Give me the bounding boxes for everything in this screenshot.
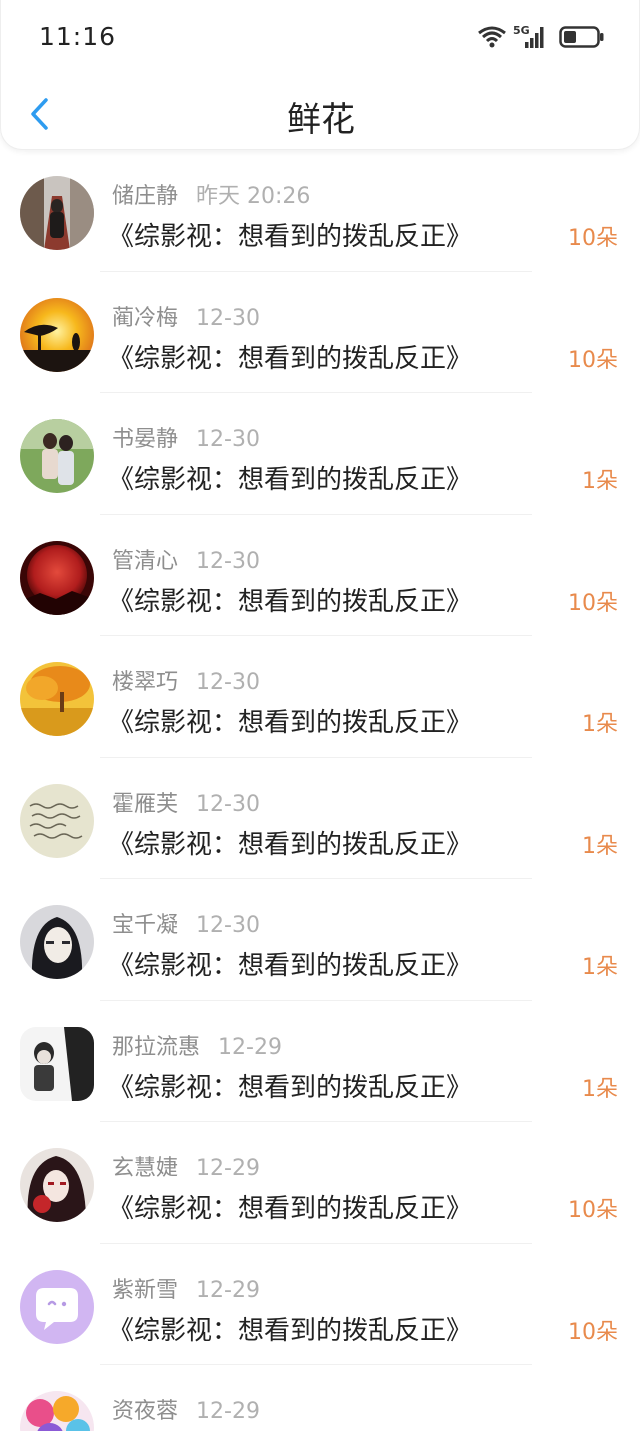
avatar[interactable] [20, 1269, 94, 1344]
avatar[interactable] [20, 540, 94, 615]
avatar[interactable] [20, 297, 94, 372]
send-date: 12-29 [196, 1156, 260, 1181]
book-title: 《综影视：想看到的拨乱反正》 [108, 951, 473, 981]
send-date: 12-30 [196, 913, 260, 938]
send-date: 12-29 [196, 1399, 260, 1424]
list-item[interactable]: 书晏静 12-30 《综影视：想看到的拨乱反正》 1朵 [0, 393, 640, 515]
avatar[interactable] [20, 662, 94, 736]
list-item[interactable]: 蔺冷梅 12-30 《综影视：想看到的拨乱反正》 10朵 [0, 272, 640, 393]
sender-name: 宝千凝 12-30 [112, 913, 260, 938]
list-item[interactable]: 资夜蓉 12-29 [0, 1365, 640, 1431]
flower-count: 1朵 [582, 955, 618, 980]
book-title: 《综影视：想看到的拨乱反正》 [108, 708, 473, 738]
flower-count: 10朵 [568, 1319, 618, 1345]
book-title: 《综影视：想看到的拨乱反正》 [108, 829, 473, 860]
book-title: 《综影视：想看到的拨乱反正》 [108, 1072, 473, 1103]
send-date: 12-29 [196, 1277, 260, 1303]
avatar[interactable] [20, 783, 94, 858]
sender-name: 资夜蓉 12-29 [112, 1399, 260, 1424]
page-title: 鲜花 [287, 100, 355, 140]
sender-name: 书晏静 12-30 [112, 427, 260, 452]
send-date: 12-30 [196, 427, 260, 452]
book-title: 《综影视：想看到的拨乱反正》 [108, 586, 473, 617]
flower-count: 10朵 [568, 347, 618, 373]
sender-name: 楼翠巧 12-30 [112, 670, 260, 695]
list-item[interactable]: 玄慧婕 12-29 《综影视：想看到的拨乱反正》 10朵 [0, 1122, 640, 1244]
wifi-icon [478, 26, 506, 48]
flower-count: 1朵 [582, 1076, 618, 1102]
send-date: 12-30 [196, 548, 260, 574]
book-title: 《综影视：想看到的拨乱反正》 [108, 465, 473, 495]
book-title: 《综影视：想看到的拨乱反正》 [108, 343, 473, 374]
header: 11:16 5G 鲜花 [0, 0, 640, 150]
sender-name: 蔺冷梅 12-30 [112, 305, 260, 331]
sender-name: 那拉流惠 12-29 [112, 1034, 282, 1060]
send-date: 12-30 [196, 791, 260, 817]
list-item[interactable]: 楼翠巧 12-30 《综影视：想看到的拨乱反正》 1朵 [0, 636, 640, 758]
sender-name: 紫新雪 12-29 [112, 1277, 260, 1303]
list-item[interactable]: 那拉流惠 12-29 《综影视：想看到的拨乱反正》 1朵 [0, 1001, 640, 1122]
flower-count: 1朵 [582, 712, 618, 737]
status-bar: 11:16 5G [1, 0, 640, 75]
avatar[interactable] [20, 176, 94, 250]
avatar[interactable] [20, 419, 94, 493]
flower-count: 10朵 [568, 226, 618, 251]
send-date: 昨天 20:26 [196, 184, 311, 209]
book-title: 《综影视：想看到的拨乱反正》 [108, 222, 473, 252]
flower-list: 储庄静 昨天 20:26 《综影视：想看到的拨乱反正》 10朵 蔺冷梅 12-30 … [0, 150, 640, 1431]
send-date: 12-29 [218, 1034, 282, 1060]
send-date: 12-30 [196, 305, 260, 331]
flower-count: 1朵 [582, 469, 618, 494]
book-title: 《综影视：想看到的拨乱反正》 [108, 1194, 473, 1224]
list-item[interactable]: 紫新雪 12-29 《综影视：想看到的拨乱反正》 10朵 [0, 1244, 640, 1365]
sender-name: 霍雁芙 12-30 [112, 791, 260, 817]
book-title: 《综影视：想看到的拨乱反正》 [108, 1315, 473, 1346]
avatar[interactable] [20, 1391, 94, 1431]
flower-count: 1朵 [582, 833, 618, 859]
flower-count: 10朵 [568, 590, 618, 616]
list-item[interactable]: 管清心 12-30 《综影视：想看到的拨乱反正》 10朵 [0, 515, 640, 636]
list-item[interactable]: 宝千凝 12-30 《综影视：想看到的拨乱反正》 1朵 [0, 879, 640, 1001]
sender-name: 储庄静 昨天 20:26 [112, 184, 311, 209]
flower-count: 10朵 [568, 1198, 618, 1223]
status-icons: 5G [477, 22, 605, 52]
list-item[interactable]: 储庄静 昨天 20:26 《综影视：想看到的拨乱反正》 10朵 [0, 150, 640, 272]
sender-name: 管清心 12-30 [112, 548, 260, 574]
status-time: 11:16 [39, 22, 117, 51]
sender-name: 玄慧婕 12-29 [112, 1156, 260, 1181]
send-date: 12-30 [196, 670, 260, 695]
avatar[interactable] [20, 905, 94, 979]
list-item[interactable]: 霍雁芙 12-30 《综影视：想看到的拨乱反正》 1朵 [0, 758, 640, 879]
avatar[interactable] [20, 1148, 94, 1222]
battery-icon [559, 26, 604, 48]
avatar[interactable] [20, 1026, 94, 1101]
cellular-icon: 5G [513, 24, 547, 50]
nav-bar: 鲜花 [1, 78, 640, 150]
